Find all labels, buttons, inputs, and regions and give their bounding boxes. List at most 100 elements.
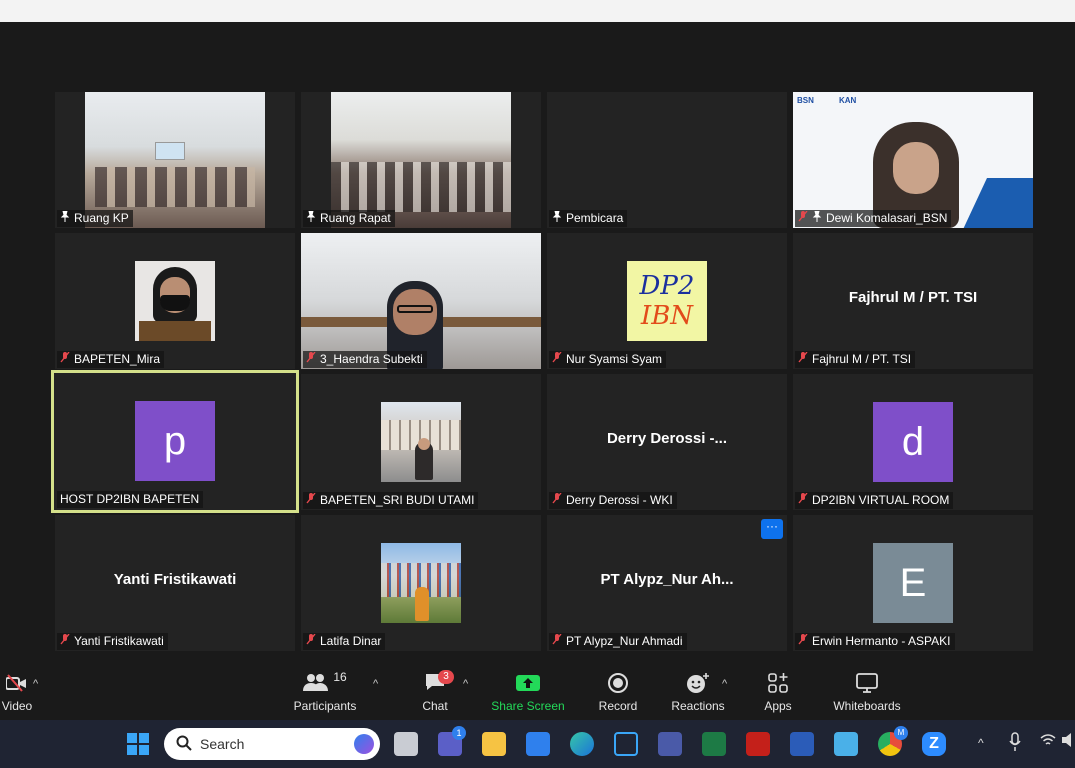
chat-button[interactable]: 3 Chat [412, 670, 458, 716]
video-tile-haendra-subekti[interactable]: 3_Haendra Subekti [301, 233, 541, 369]
wifi-icon[interactable] [1040, 732, 1056, 756]
search-placeholder: Search [200, 736, 245, 752]
participants-count: 16 [333, 670, 347, 684]
video-tile-latifa-dinar[interactable]: Latifa Dinar [301, 515, 541, 651]
defender-icon[interactable] [614, 732, 638, 756]
share-screen-button[interactable]: Share Screen [490, 670, 566, 716]
video-off-icon [0, 670, 34, 696]
participant-display-name: PT Alypz_Nur Ah... [600, 571, 734, 588]
profile-picture [381, 543, 461, 623]
microphone-icon[interactable] [1008, 732, 1022, 756]
more-options-button[interactable]: ··· [761, 519, 783, 539]
photos-icon[interactable] [834, 732, 858, 756]
video-tile-derry-derossi[interactable]: Derry Derossi -... Derry Derossi - WKI [547, 374, 787, 510]
muted-mic-icon [798, 633, 808, 650]
window-title-bar [0, 0, 1075, 22]
video-tile-dp2ibn-virtual-room[interactable]: d DP2IBN VIRTUAL ROOM [793, 374, 1033, 510]
video-tile-fajhrul[interactable]: Fajhrul M / PT. TSI Fajhrul M / PT. TSI [793, 233, 1033, 369]
participant-label: Yanti Fristikawati [57, 633, 168, 650]
excel-icon[interactable] [702, 732, 726, 756]
participant-label: Erwin Hermanto - ASPAKI [795, 633, 955, 650]
remote-desktop-icon[interactable] [658, 732, 682, 756]
video-tile-dewi-komalasari[interactable]: BSN KAN Dewi Komalasari_BSN [793, 92, 1033, 228]
participant-label: Dewi Komalasari_BSN [795, 210, 952, 227]
muted-mic-icon [798, 351, 808, 368]
participant-label: Fajhrul M / PT. TSI [795, 351, 916, 368]
edge-browser-icon[interactable] [570, 732, 594, 756]
chrome-icon[interactable]: M [878, 726, 908, 756]
video-tile-pt-alypz[interactable]: ··· PT Alypz_Nur Ah... PT Alypz_Nur Ahma… [547, 515, 787, 651]
windows-start-icon[interactable] [126, 732, 150, 756]
participant-label: PT Alypz_Nur Ahmadi [549, 633, 687, 650]
show-hidden-icons-caret[interactable]: ^ [978, 736, 984, 750]
video-tile-host-active-speaker[interactable]: p HOST DP2IBN BAPETEN [51, 370, 299, 513]
participant-label: BAPETEN_SRI BUDI UTAMI [303, 492, 479, 509]
video-tile-nur-syamsi-syam[interactable]: DP2 IBN Nur Syamsi Syam [547, 233, 787, 369]
bing-icon[interactable] [354, 734, 374, 754]
apps-icon [756, 670, 800, 696]
muted-mic-icon [798, 210, 808, 227]
reactions-button[interactable]: Reactions [668, 670, 728, 716]
video-tile-sri-budi-utami[interactable]: BAPETEN_SRI BUDI UTAMI [301, 374, 541, 510]
pin-icon [306, 210, 316, 227]
task-view-icon[interactable] [394, 732, 418, 756]
video-tile-ruang-kp[interactable]: Ruang KP [55, 92, 295, 228]
participant-label: HOST DP2IBN BAPETEN [57, 491, 204, 508]
file-explorer-icon[interactable] [482, 732, 506, 756]
participants-options-caret[interactable]: ^ [373, 678, 378, 690]
acrobat-icon[interactable] [746, 732, 770, 756]
record-button[interactable]: Record [594, 670, 642, 716]
muted-mic-icon [60, 633, 70, 650]
teams-badge: 1 [452, 726, 466, 740]
muted-mic-icon [306, 633, 316, 650]
windows-taskbar: 1 M Z ^ [0, 720, 1075, 768]
room-video [331, 92, 511, 228]
participants-button[interactable]: 16 Participants [290, 670, 360, 716]
participants-icon [303, 673, 329, 694]
meeting-controls: Video ^ 16 Participants ^ 3 Chat ^ Share… [0, 660, 1075, 720]
avatar: E [873, 543, 953, 623]
muted-mic-icon [798, 492, 808, 509]
video-options-caret[interactable]: ^ [33, 678, 38, 690]
volume-icon[interactable] [1062, 732, 1074, 756]
pin-icon [812, 210, 822, 227]
reactions-icon [668, 670, 728, 696]
participant-label: Latifa Dinar [303, 633, 386, 650]
participant-display-name: Derry Derossi -... [606, 430, 728, 447]
muted-mic-icon [306, 351, 316, 368]
video-tile-yanti-fristikawati[interactable]: Yanti Fristikawati Yanti Fristikawati [55, 515, 295, 651]
video-tile-erwin-hermanto[interactable]: E Erwin Hermanto - ASPAKI [793, 515, 1033, 651]
share-screen-icon [490, 670, 566, 696]
participant-display-name: Yanti Fristikawati [113, 571, 237, 588]
avatar: p [135, 401, 215, 481]
chat-options-caret[interactable]: ^ [463, 678, 468, 690]
participant-label: Ruang Rapat [303, 210, 395, 227]
video-tile-bapeten-mira[interactable]: BAPETEN_Mira [55, 233, 295, 369]
participant-label: 3_Haendra Subekti [303, 351, 427, 368]
participant-label: Ruang KP [57, 210, 133, 227]
reactions-options-caret[interactable]: ^ [722, 678, 727, 690]
muted-mic-icon [552, 633, 562, 650]
video-tile-pembicara[interactable]: Pembicara [547, 92, 787, 228]
mail-icon[interactable] [526, 732, 550, 756]
apps-button[interactable]: Apps [756, 670, 800, 716]
virtual-background: BSN KAN [793, 92, 1033, 228]
participant-label: Pembicara [549, 210, 628, 227]
dp2ibn-logo: DP2 IBN [627, 261, 707, 341]
muted-mic-icon [306, 492, 316, 509]
whiteboards-button[interactable]: Whiteboards [830, 670, 904, 716]
avatar: d [873, 402, 953, 482]
video-tile-ruang-rapat[interactable]: Ruang Rapat [301, 92, 541, 228]
taskbar-search-box[interactable]: Search [164, 728, 380, 760]
word-icon[interactable] [790, 732, 814, 756]
gallery-view: Ruang KP Ruang Rapat Pembicara BSN KAN D… [0, 22, 1075, 720]
zoom-app-icon[interactable]: Z [922, 732, 946, 756]
muted-mic-icon [552, 492, 562, 509]
profile-picture [135, 261, 215, 341]
participant-label: BAPETEN_Mira [57, 351, 165, 368]
whiteboard-icon [830, 670, 904, 696]
profile-picture [381, 402, 461, 482]
camera-video [301, 233, 541, 369]
video-button[interactable]: Video [0, 670, 34, 716]
teams-chat-icon[interactable]: 1 [438, 726, 466, 756]
